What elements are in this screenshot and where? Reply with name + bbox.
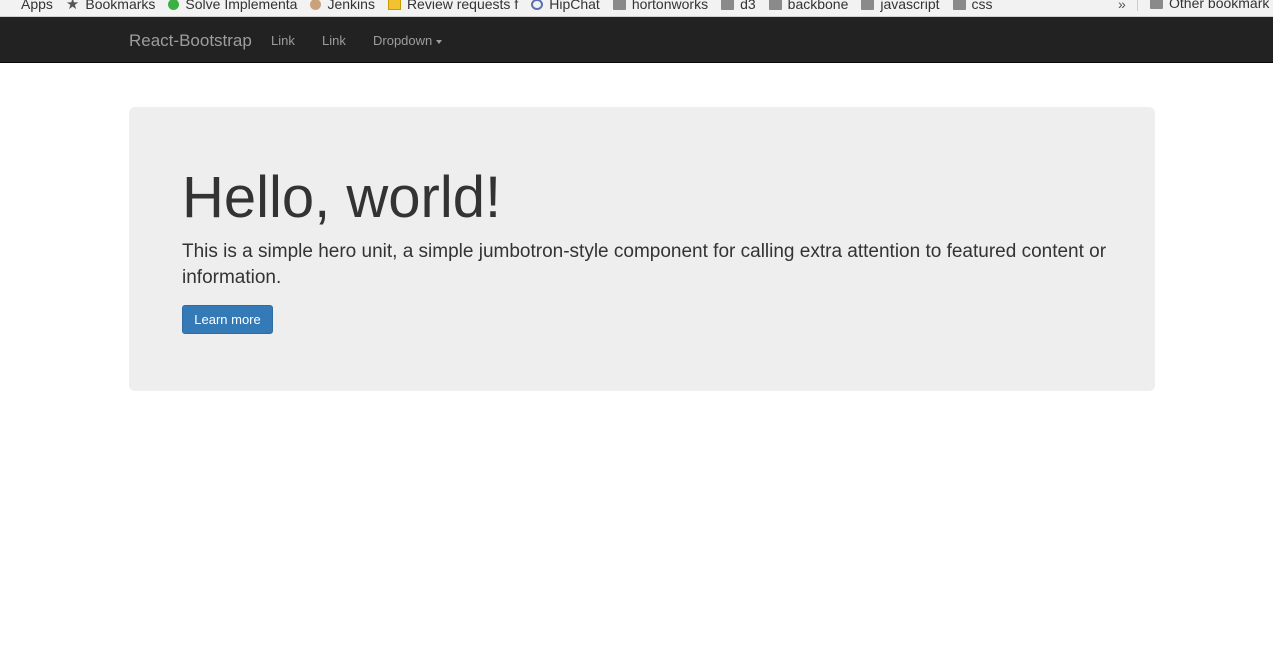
review-board-icon xyxy=(387,0,401,10)
folder-icon xyxy=(861,0,875,10)
learn-more-button[interactable]: Learn more xyxy=(182,305,273,334)
bookmark-label: backbone xyxy=(787,0,849,12)
bookmark-label: Bookmarks xyxy=(85,0,156,12)
folder-icon xyxy=(952,0,966,10)
caret-down-icon xyxy=(436,39,443,44)
jumbotron: Hello, world! This is a simple hero unit… xyxy=(129,107,1155,391)
bookmark-folder-hortonworks[interactable]: hortonworks xyxy=(612,0,709,12)
bookmark-folder-javascript[interactable]: javascript xyxy=(861,0,940,12)
jumbotron-text: This is a simple hero unit, a simple jum… xyxy=(182,241,1107,288)
bookmark-review-requests[interactable]: Review requests f xyxy=(387,0,519,12)
star-icon: ★ xyxy=(65,0,80,13)
bookmarks-separator xyxy=(1137,0,1138,11)
apps-grid-icon xyxy=(2,0,15,10)
bookmark-label: Jenkins xyxy=(327,0,375,12)
bookmark-label: Review requests f xyxy=(406,0,519,12)
bookmark-label: HipChat xyxy=(549,0,600,12)
bookmark-folder-css[interactable]: css xyxy=(952,0,993,12)
bookmark-label: css xyxy=(971,0,993,12)
navbar: React-Bootstrap Link Link Dropdown xyxy=(0,17,1273,63)
bookmark-label: d3 xyxy=(740,0,756,12)
folder-icon xyxy=(1150,0,1163,9)
nav-dropdown-label: Dropdown xyxy=(373,33,433,48)
nav-dropdown[interactable]: Dropdown xyxy=(373,33,443,48)
folder-icon xyxy=(768,0,782,10)
bookmark-label: javascript xyxy=(880,0,940,12)
jenkins-icon xyxy=(310,0,322,10)
bookmark-folder-d3[interactable]: d3 xyxy=(721,0,756,12)
bookmark-hipchat[interactable]: HipChat xyxy=(531,0,600,12)
bookmark-bookmarks[interactable]: ★ Bookmarks xyxy=(66,0,155,12)
nav-link-2[interactable]: Link xyxy=(322,33,346,48)
bookmark-apps[interactable]: Apps xyxy=(0,0,53,12)
bookmark-solve-implementa[interactable]: Solve Implementa xyxy=(168,0,297,12)
bookmark-label: hortonworks xyxy=(631,0,709,12)
bookmark-label: Apps xyxy=(21,0,53,12)
bookmarks-bar: Apps ★ Bookmarks Solve Implementa Jenkin… xyxy=(0,0,1273,17)
green-site-icon xyxy=(168,0,180,10)
bookmark-folder-backbone[interactable]: backbone xyxy=(768,0,849,12)
hipchat-icon xyxy=(531,0,544,10)
other-bookmarks[interactable]: Other bookmark xyxy=(1150,0,1269,11)
bookmark-label: Solve Implementa xyxy=(185,0,298,12)
folder-icon xyxy=(612,0,626,10)
bookmark-jenkins[interactable]: Jenkins xyxy=(310,0,375,12)
navbar-brand[interactable]: React-Bootstrap xyxy=(129,31,252,51)
jumbotron-heading: Hello, world! xyxy=(182,165,502,230)
nav-link-1[interactable]: Link xyxy=(271,33,295,48)
folder-icon xyxy=(721,0,735,10)
other-bookmarks-label: Other bookmark xyxy=(1169,0,1270,11)
bookmarks-overflow-chevron[interactable]: » xyxy=(1118,0,1126,12)
